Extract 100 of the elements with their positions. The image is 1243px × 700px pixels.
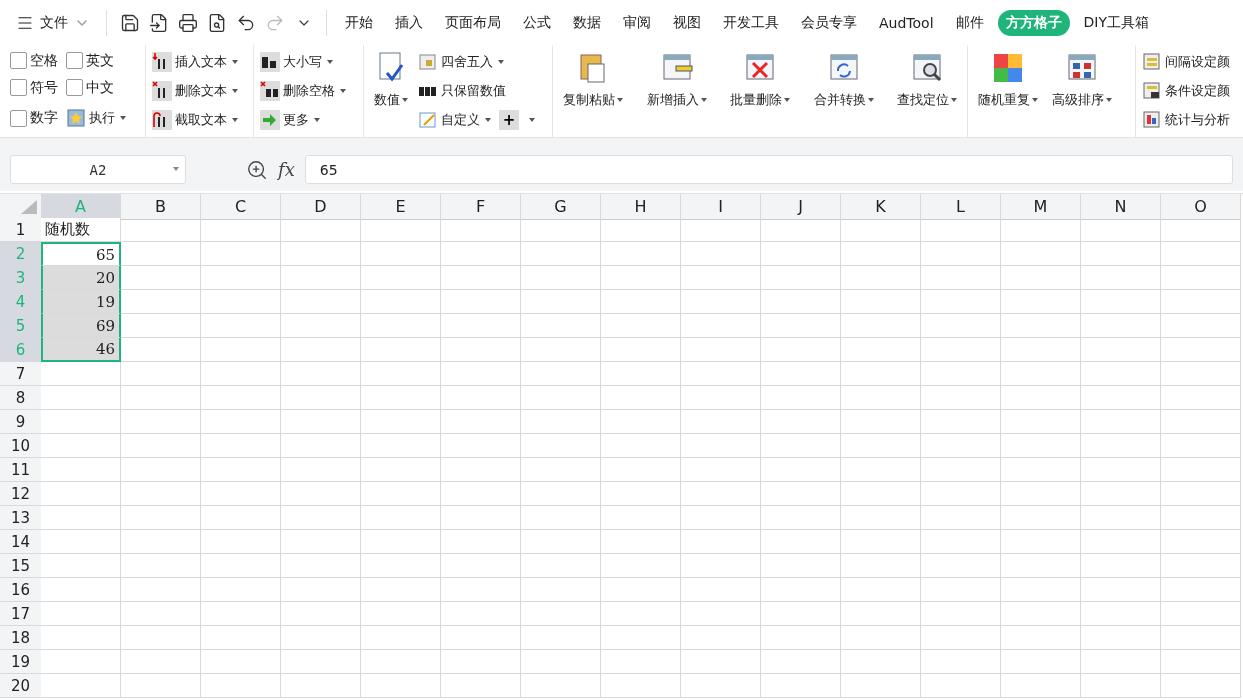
color-tool-button[interactable]: 统计与分析 [1142, 108, 1230, 133]
tool-button[interactable]: 批量删除 [726, 47, 794, 135]
caret-icon [340, 89, 346, 93]
text-tool-button[interactable]: 删除空格 [260, 79, 346, 103]
ribbon-tab[interactable]: 公式 [515, 9, 559, 36]
checkbox[interactable] [66, 79, 83, 97]
row-header[interactable]: 17 [0, 602, 41, 626]
column-header[interactable]: K [841, 194, 921, 220]
text-tool-button[interactable]: 更多 [260, 108, 346, 133]
ribbon-tab[interactable]: 开始 [337, 9, 381, 36]
column-header[interactable]: N [1081, 194, 1161, 220]
column-header[interactable]: O [1161, 194, 1241, 220]
ribbon-tab[interactable]: 页面布局 [437, 9, 509, 36]
name-box[interactable]: A2 [10, 155, 186, 184]
row-header[interactable]: 18 [0, 626, 41, 650]
table-cell: 69 [41, 314, 121, 338]
value-button[interactable]: 数值 [370, 47, 412, 135]
formula-input[interactable]: 65 [304, 155, 1233, 184]
delete-text-icon [152, 81, 172, 101]
checkbox[interactable] [10, 109, 27, 127]
column-header[interactable]: G [521, 194, 601, 220]
ribbon-tab[interactable]: 会员专享 [793, 9, 865, 36]
column-header[interactable]: I [681, 194, 761, 220]
table-cell: 65 [41, 242, 121, 266]
case-icon [260, 51, 280, 72]
caret-icon [1032, 98, 1038, 102]
color-tool-button[interactable]: 间隔设定颜 [1142, 49, 1230, 74]
row-header[interactable]: 14 [0, 530, 41, 554]
tool-button[interactable]: 查找定位 [893, 47, 961, 135]
column-header[interactable]: L [921, 194, 1001, 220]
ribbon-tab[interactable]: 审阅 [615, 9, 659, 36]
ribbon-tab[interactable]: 邮件 [947, 9, 992, 36]
cut-text-icon [152, 110, 172, 131]
row-header[interactable]: 20 [0, 674, 41, 698]
striped-table-icon [1142, 51, 1162, 72]
row-header[interactable]: 10 [0, 434, 41, 458]
text-tool-button[interactable]: 大小写 [260, 49, 346, 74]
caret-icon [700, 98, 707, 102]
column-header[interactable]: C [201, 194, 281, 220]
caret-icon [617, 98, 623, 102]
ribbon-tab[interactable]: AudTool [871, 9, 942, 36]
tool-button[interactable]: 合并转换 [809, 47, 878, 135]
text-tool-button[interactable]: 截取文本 [152, 108, 238, 133]
ribbon-tab[interactable]: 数据 [565, 9, 609, 36]
insert-function-button[interactable]: fx [278, 159, 295, 180]
caret-icon [498, 59, 504, 64]
column-header[interactable]: J [761, 194, 841, 220]
table-cell: 19 [41, 290, 121, 314]
ribbon-tab[interactable]: 插入 [387, 9, 431, 36]
tool-button[interactable]: 高级排序 [1048, 47, 1116, 135]
column-header[interactable]: D [281, 194, 361, 220]
ribbon-tab[interactable]: 开发工具 [715, 9, 787, 36]
run-button[interactable]: 执行 [66, 106, 126, 131]
row-header[interactable]: 13 [0, 506, 41, 530]
table-cell: 随机数 [41, 218, 121, 242]
number-tool-button[interactable]: 只保留数值 [418, 79, 506, 103]
number-tool-button[interactable]: 四舍五入 [418, 49, 504, 74]
add-button[interactable]: + [499, 110, 519, 131]
dropdown-caret-icon [173, 167, 179, 171]
text-tool-button[interactable]: 插入文本 [152, 49, 238, 74]
column-header[interactable]: E [361, 194, 441, 220]
zoom-icon[interactable] [246, 158, 268, 181]
tool-button[interactable]: 随机重复 [974, 47, 1042, 135]
caret-icon [1106, 98, 1112, 102]
ribbon-tab[interactable]: 视图 [665, 9, 709, 36]
caret-icon [529, 118, 535, 123]
column-header[interactable]: F [441, 194, 521, 220]
row-header[interactable]: 15 [0, 554, 41, 578]
caret-icon [951, 98, 957, 102]
chart-table-icon [1142, 110, 1162, 131]
caret-icon [232, 59, 238, 64]
number-tool-button[interactable]: 自定义 [418, 108, 491, 133]
row-header[interactable]: 7 [0, 362, 41, 386]
checkbox[interactable] [10, 52, 27, 70]
row-header[interactable]: 9 [0, 410, 41, 434]
tool-button[interactable]: 复制粘贴 [559, 47, 627, 135]
caret-icon [314, 118, 320, 123]
edit-table-icon [418, 110, 438, 131]
column-header[interactable]: H [601, 194, 681, 220]
select-all-icon[interactable] [21, 200, 37, 214]
remove-space-icon [260, 81, 280, 101]
checkbox[interactable] [66, 52, 83, 70]
row-header[interactable]: 8 [0, 386, 41, 410]
tool-button[interactable]: 新增插入 [642, 47, 711, 135]
row-header[interactable]: 12 [0, 482, 41, 506]
row-header[interactable]: 16 [0, 578, 41, 602]
row-header[interactable]: 11 [0, 458, 41, 482]
file-menu[interactable]: 文件 [14, 7, 96, 38]
checkbox-label: 空格 [30, 51, 58, 70]
row-header[interactable]: 1 [0, 218, 41, 242]
color-tool-button[interactable]: 条件设定颜 [1142, 79, 1230, 103]
text-tool-button[interactable]: 删除文本 [152, 79, 238, 103]
caret-icon [232, 89, 238, 93]
checkbox[interactable] [10, 79, 27, 97]
ribbon-tab[interactable]: DIY工具箱 [1075, 9, 1157, 36]
caret-icon [327, 59, 333, 64]
caret-icon [867, 98, 874, 102]
column-header[interactable]: M [1001, 194, 1081, 220]
column-header[interactable]: B [121, 194, 201, 220]
row-header[interactable]: 19 [0, 650, 41, 674]
